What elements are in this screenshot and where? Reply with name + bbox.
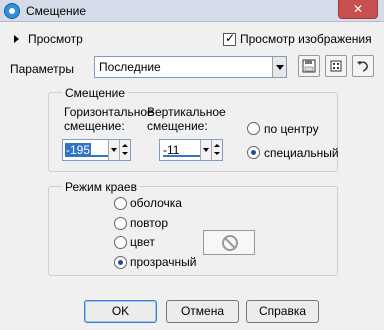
edge-color-label[interactable]: цвет: [130, 235, 155, 249]
edge-color-swatch[interactable]: [203, 230, 255, 255]
app-icon: [4, 3, 20, 19]
horizontal-offset-label: Горизонтальное смещение:: [64, 105, 154, 133]
custom-radio[interactable]: [247, 146, 260, 159]
edge-wrap-radio[interactable]: [114, 197, 127, 210]
title-bar: Смещение ✕: [0, 0, 384, 22]
vertical-offset-label: Вертикальное смещение:: [147, 105, 226, 133]
cancel-button[interactable]: Отмена: [166, 300, 239, 323]
horizontal-offset-input[interactable]: -195: [62, 139, 131, 161]
close-icon: ✕: [353, 2, 364, 16]
spin-buttons[interactable]: [211, 140, 222, 160]
offset-group-title: Смещение: [62, 86, 129, 100]
center-radio-label[interactable]: по центру: [264, 122, 319, 136]
no-color-icon: [222, 235, 238, 251]
edge-transparent-label[interactable]: прозрачный: [130, 255, 197, 269]
undo-icon: [357, 61, 368, 72]
chevron-down-icon[interactable]: [200, 140, 211, 160]
custom-radio-label[interactable]: специальный: [264, 146, 339, 160]
close-button[interactable]: ✕: [338, 0, 378, 19]
preset-dropdown[interactable]: Последние: [94, 56, 287, 78]
vertical-offset-label-line1: Вертикальное: [147, 105, 226, 119]
slider-indicator: [163, 155, 205, 157]
chevron-down-icon[interactable]: [272, 57, 286, 77]
edge-repeat-label[interactable]: повтор: [130, 216, 168, 230]
center-radio[interactable]: [247, 122, 260, 135]
help-button[interactable]: Справка: [246, 300, 319, 323]
chevron-down-icon[interactable]: [108, 140, 119, 160]
show-preview-label[interactable]: Просмотр изображения: [240, 32, 372, 46]
preview-toggle-label[interactable]: Просмотр: [28, 32, 83, 46]
spin-down-icon[interactable]: [122, 152, 128, 155]
save-preset-button[interactable]: [298, 55, 320, 77]
vertical-offset-label-line2: смещение:: [147, 119, 208, 133]
params-label: Параметры: [10, 62, 74, 76]
spin-down-icon[interactable]: [214, 152, 220, 155]
edge-wrap-label[interactable]: оболочка: [130, 196, 182, 210]
dice-icon: [330, 60, 342, 72]
spin-up-icon[interactable]: [214, 144, 220, 147]
expand-icon[interactable]: [14, 35, 19, 43]
horizontal-offset-label-line1: Горизонтальное: [64, 105, 154, 119]
reset-params-button[interactable]: [352, 55, 374, 77]
random-params-button[interactable]: [325, 55, 347, 77]
spin-buttons[interactable]: [119, 140, 130, 160]
horizontal-offset-label-line2: смещение:: [64, 119, 125, 133]
ok-button[interactable]: OK: [84, 300, 157, 323]
slider-indicator: [66, 155, 108, 157]
preset-value: Последние: [99, 60, 161, 74]
edge-mode-title: Режим краев: [62, 180, 140, 194]
edge-color-radio[interactable]: [114, 236, 127, 249]
show-preview-checkbox[interactable]: [223, 31, 236, 46]
edge-transparent-radio[interactable]: [114, 256, 127, 269]
save-icon: [302, 59, 316, 73]
spin-up-icon[interactable]: [122, 144, 128, 147]
vertical-offset-input[interactable]: -11: [159, 139, 223, 161]
window-title: Смещение: [26, 4, 87, 18]
edge-repeat-radio[interactable]: [114, 217, 127, 230]
